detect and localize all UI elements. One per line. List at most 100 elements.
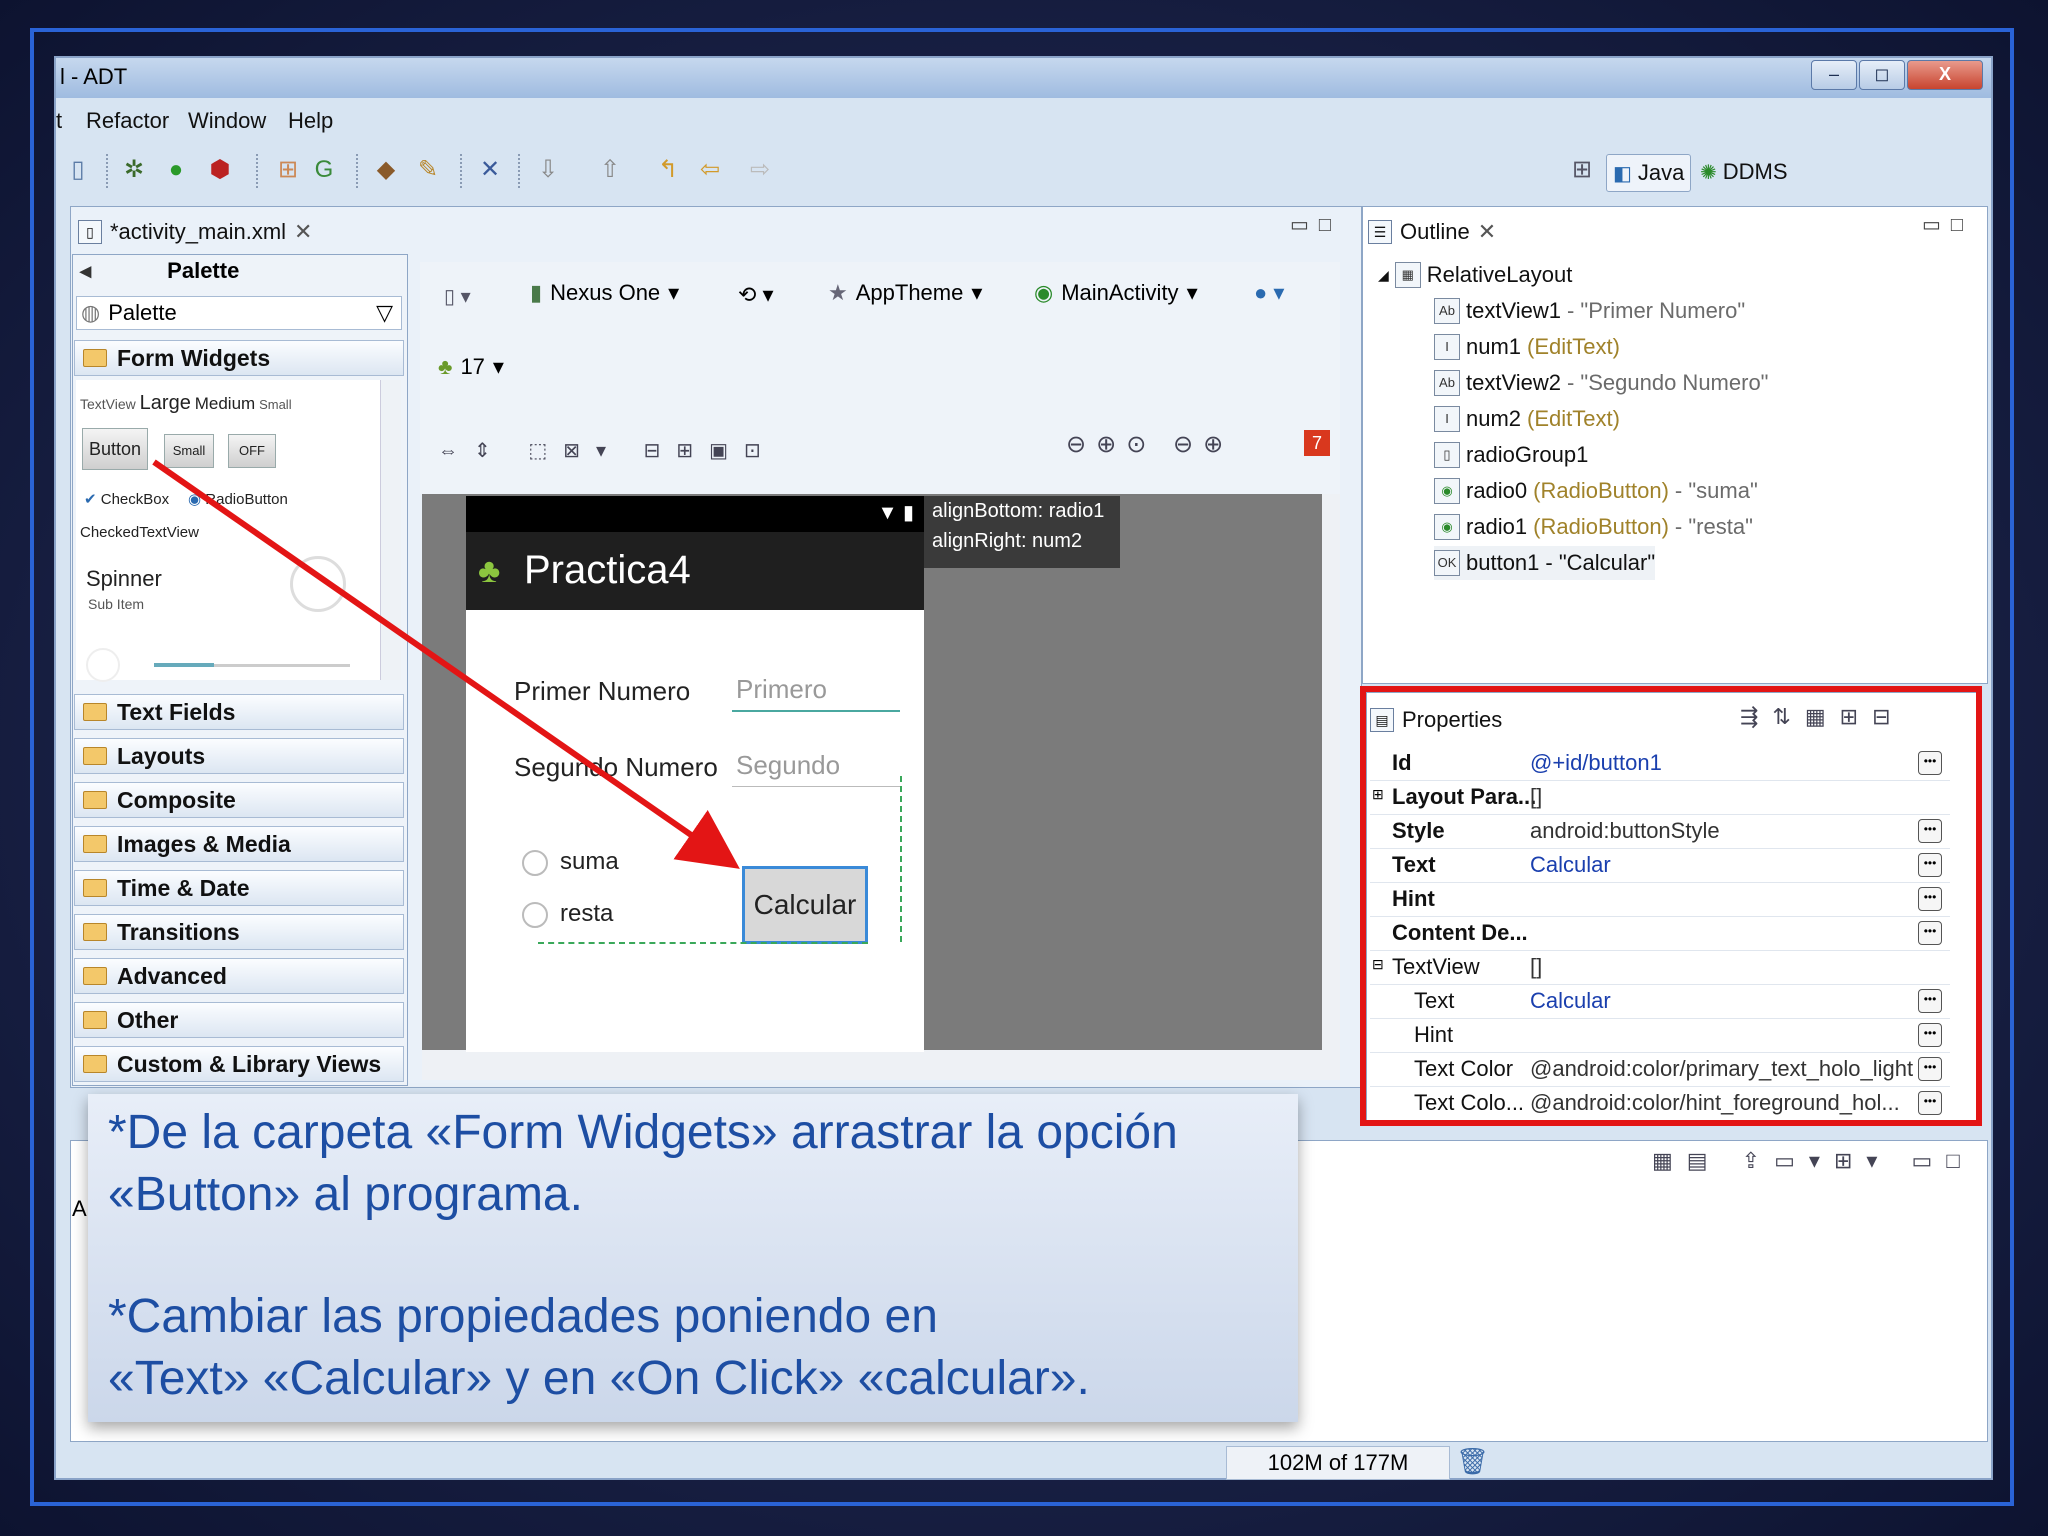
progress-circle[interactable] [290,556,346,612]
outline-icon: ☰ [1368,220,1392,244]
num2-input[interactable]: Segundo [732,744,900,787]
widget-checkbox[interactable]: ✔ CheckBox [84,490,169,508]
palette-section-other[interactable]: Other [74,1002,404,1038]
palette-dropdown[interactable]: ◍ Palette ▽ [76,296,402,330]
form-widgets-list: TextView Large Medium Small Button Small… [76,380,380,682]
radio-resta-label[interactable]: resta [560,900,613,928]
signal-icon: ▼ ▮ [877,502,914,524]
next-annotation-icon[interactable]: ⇩ [534,156,562,184]
last-edit-icon[interactable]: ↰ [654,156,682,184]
trash-icon[interactable]: 🗑 [1456,1446,1489,1477]
title-bar: l - ADT – ◻ X [56,58,1991,98]
editor-tab[interactable]: ▯ *activity_main.xml ✕ [78,212,312,252]
android-icon: ♣ [438,354,453,379]
search-icon[interactable]: ✎ [414,156,442,184]
outline-item-radiogroup1[interactable]: ▯ radioGroup1 [1434,438,1588,472]
widget-radiobutton[interactable]: ◉ RadioButton [188,490,288,508]
activity-dropdown[interactable]: ◉ MainActivity ▾ [1034,280,1198,306]
seekbar-fill [154,663,214,667]
outline-root[interactable]: ◢ ▦ RelativeLayout [1378,258,1572,292]
palette-scrollbar[interactable] [380,380,401,680]
radio-suma-label[interactable]: suma [560,848,619,876]
widget-small-button[interactable]: Small [164,434,214,468]
palette-dropdown-label: Palette [108,300,177,325]
new-file-icon[interactable]: ▯ [64,156,92,184]
palette-section-custom[interactable]: Custom & Library Views [74,1046,404,1082]
open-perspective-icon[interactable]: ⊞ [1568,156,1596,184]
outline-item-button1[interactable]: OK button1- "Calcular" [1434,546,1656,580]
widget-button[interactable]: Button [82,428,148,470]
pin-icon[interactable]: ✕ [476,156,504,184]
layout-action-icons[interactable]: ⇔⇕ ⬚⊠▾ ⊟⊞▣⊡ [438,438,777,463]
outline-item-radio0[interactable]: ◉ radio0 (RadioButton) - "suma" [1434,474,1758,508]
device-dropdown[interactable]: ▮ Nexus One ▾ [530,280,679,306]
close-button[interactable]: X [1907,60,1983,90]
forward-icon[interactable]: ⇨ [746,156,774,184]
palette-section-images-media[interactable]: Images & Media [74,826,404,862]
folder-icon [83,349,107,367]
tab-close-icon[interactable]: ✕ [294,219,312,245]
instruction-line-4: «Text» «Calcular» y en «On Click» «calcu… [108,1352,1090,1405]
status-bar: ▼ ▮ [466,496,924,532]
progress-small[interactable] [86,648,120,682]
instruction-box: *De la carpeta «Form Widgets» arrastrar … [88,1094,1298,1422]
console-prefix: A [72,1196,87,1221]
palette-section-layouts[interactable]: Layouts [74,738,404,774]
instruction-line-2: «Button» al programa. [108,1168,583,1221]
api-dropdown[interactable]: ♣ 17 ▾ [438,354,504,380]
menu-item-refactor[interactable]: Refactor [86,108,169,134]
zoom-icons[interactable]: ⊖⊕⊙ ⊖⊕ [1066,430,1233,459]
menu-item-t[interactable]: t [56,108,62,134]
menu-item-help[interactable]: Help [288,108,333,134]
ddms-perspective-button[interactable]: ✺ DDMS [1700,154,1788,190]
new-class-icon[interactable]: G [310,156,338,184]
palette-section-form-widgets[interactable]: Form Widgets [74,340,404,376]
widget-textview[interactable]: TextView Large Medium Small [80,392,292,415]
outline-item-textview2[interactable]: Ab textView2- "Segundo Numero" [1434,366,1769,400]
calcular-button[interactable]: Calcular [742,866,868,944]
orientation-icon[interactable]: ⟲ ▾ [738,282,774,308]
menu-item-window[interactable]: Window [188,108,266,134]
prev-annotation-icon[interactable]: ⇧ [596,156,624,184]
palette-section-text-fields[interactable]: Text Fields [74,694,404,730]
palette-section-transitions[interactable]: Transitions [74,914,404,950]
theme-dropdown[interactable]: ★ AppTheme ▾ [828,280,982,306]
radio-resta-circle[interactable] [522,902,548,928]
outline-item-num1[interactable]: Inum1 (EditText) [1434,330,1620,364]
palette-section-composite[interactable]: Composite [74,782,404,818]
outline-minmax[interactable]: ▭□ [1922,212,1973,237]
instruction-line-3: *Cambiar las propiedades poniendo en [108,1290,938,1343]
config-icon[interactable]: ▯ ▾ [444,284,471,309]
radio-suma-circle[interactable] [522,850,548,876]
palette-section-advanced[interactable]: Advanced [74,958,404,994]
back-icon[interactable]: ⇦ [696,156,724,184]
collapse-icon[interactable]: ◂ [80,258,91,283]
error-badge[interactable]: 7 [1304,430,1330,456]
external-tools-icon[interactable]: ⬢ [206,156,234,184]
tab-close-icon[interactable]: ✕ [1478,219,1496,245]
widget-toggle-button[interactable]: OFF [228,434,276,468]
num1-input[interactable]: Primero [732,668,900,712]
widget-checkedtextview[interactable]: CheckedTextView [80,524,199,541]
outline-item-radio1[interactable]: ◉ radio1 (RadioButton) - "resta" [1434,510,1753,544]
editor-minmax[interactable]: ▭□ [1290,212,1341,237]
run-icon[interactable]: ● [162,156,190,184]
canvas-v-scrollbar[interactable] [1322,494,1340,1050]
java-perspective-button[interactable]: ◧ Java [1606,154,1692,192]
open-type-icon[interactable]: ◆ [372,156,400,184]
minimize-button[interactable]: – [1811,60,1857,90]
console-toolbar-icons[interactable]: ▦▤ ⇪▭▾⊞▾ ▭□ [1652,1148,1974,1174]
canvas-h-scrollbar[interactable] [422,1050,1340,1080]
package-icon[interactable]: ⊞ [274,156,302,184]
outline-tab[interactable]: ☰ Outline ✕ [1368,212,1496,252]
locale-icon[interactable]: ● ▾ [1254,280,1284,306]
widget-spinner-sub: Sub Item [88,596,145,612]
debug-icon[interactable]: ✲ [120,156,148,184]
maximize-button[interactable]: ◻ [1859,60,1905,90]
widget-spinner[interactable]: Spinner [86,566,162,592]
palette-icon: ◍ [81,300,101,325]
outline-item-textview1[interactable]: Ab textView1- "Primer Numero" [1434,294,1745,328]
palette-section-time-date[interactable]: Time & Date [74,870,404,906]
outline-item-num2[interactable]: Inum2 (EditText) [1434,402,1620,436]
label-segundo-numero: Segundo Numero [514,752,718,782]
